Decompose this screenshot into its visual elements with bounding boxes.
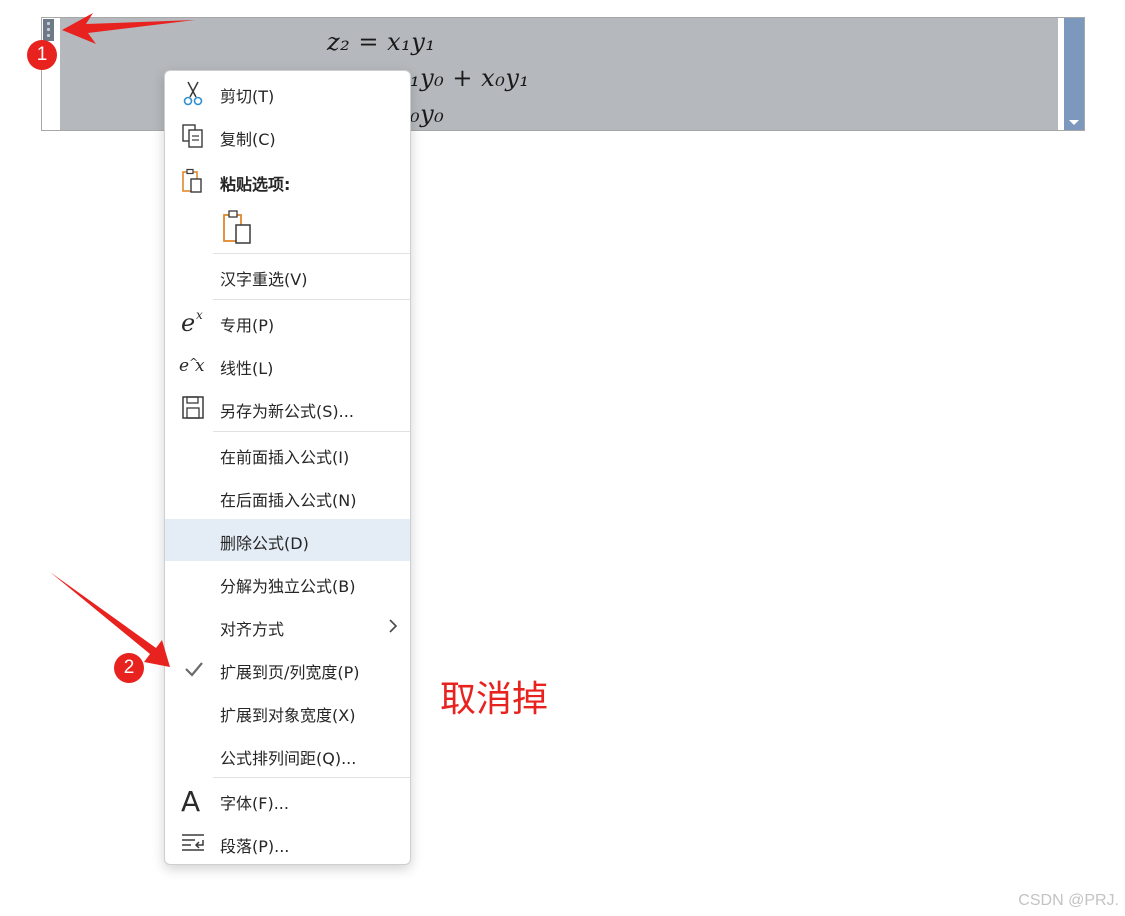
annotation-note: 取消掉 xyxy=(440,679,549,720)
annotation-badge-2: 2 xyxy=(114,653,144,683)
document-canvas: z₂ = x₁y₁ ₁y₀ + x₀y₁ ₀y₀ 剪切(T) 复制(C) 粘贴选… xyxy=(0,0,1125,916)
annotation-badge-1: 1 xyxy=(27,40,57,70)
annotation-arrows xyxy=(50,13,195,667)
watermark: CSDN @PRJ. xyxy=(1018,892,1119,909)
annotation-arrow-2 xyxy=(50,572,170,667)
annotation-arrow-1 xyxy=(62,13,195,44)
